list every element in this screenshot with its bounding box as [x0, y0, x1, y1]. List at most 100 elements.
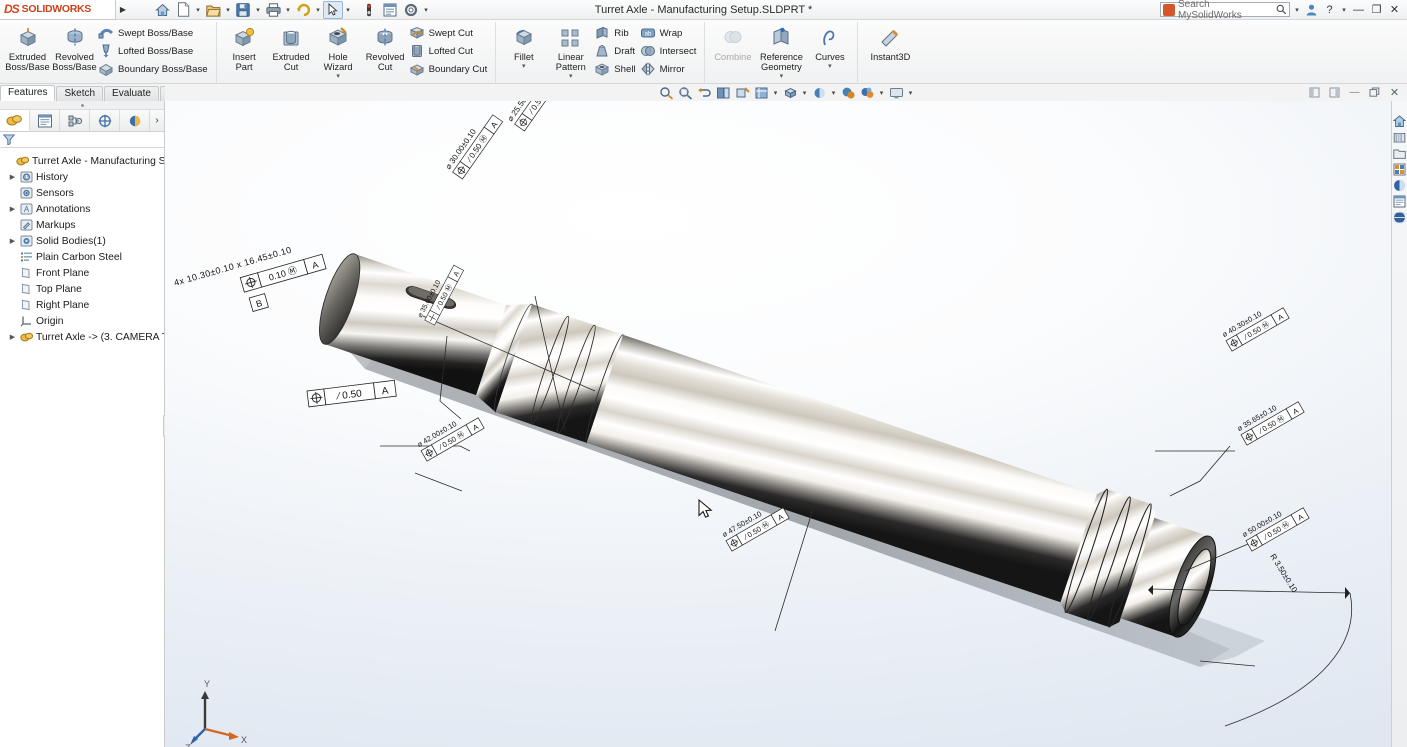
- undo-icon[interactable]: [293, 1, 313, 19]
- turret-axle-3d-model[interactable]: 4x 10.30±0.10 x 16.45±0.10 0.10 Ⓜ A B ∕ …: [165, 101, 1391, 747]
- feature-manager-tab[interactable]: [0, 110, 30, 131]
- save-icon[interactable]: [233, 1, 253, 19]
- linear-pattern-button[interactable]: Linear Pattern ▾: [547, 22, 594, 81]
- minimize-button[interactable]: —: [1351, 2, 1366, 17]
- tree-item-sensors[interactable]: Sensors: [2, 185, 164, 201]
- annotation-dia-2550[interactable]: ⌀ 25.50±0.10 ∕ 0.50 Ⓜ A: [506, 101, 565, 132]
- lofted-boss-base-button[interactable]: Lofted Boss/Base: [98, 43, 212, 60]
- view-settings-icon[interactable]: [859, 85, 876, 100]
- fillet-button[interactable]: Fillet ▾: [500, 22, 547, 71]
- open-document-icon[interactable]: [203, 1, 223, 19]
- property-manager-tab[interactable]: [30, 110, 60, 131]
- options-dropdown-icon[interactable]: ▾: [422, 6, 430, 14]
- appearances-scenes-icon[interactable]: [1393, 179, 1406, 192]
- linear-pattern-dropdown-icon[interactable]: ▾: [569, 73, 573, 81]
- print-dropdown-icon[interactable]: ▾: [284, 6, 292, 14]
- solidworks-forum-icon[interactable]: [1393, 211, 1406, 224]
- annotation-dia-30[interactable]: ⌀ 30.00±0.10 ∕ 0.50 Ⓜ A: [444, 108, 504, 180]
- view-settings-dropdown-icon[interactable]: ▾: [878, 89, 886, 97]
- hole-wizard-button[interactable]: Hole Wizard ▾: [315, 22, 362, 81]
- boundary-cut-button[interactable]: Boundary Cut: [409, 61, 492, 78]
- tree-item-front-plane[interactable]: Front Plane: [2, 265, 164, 281]
- hide-show-dropdown-icon[interactable]: ▾: [801, 89, 809, 97]
- annotation-dia-5000[interactable]: ⌀ 50.00±0.10 ∕ 0.50 Ⓜ A: [1241, 498, 1310, 552]
- new-document-dropdown-icon[interactable]: ▾: [194, 6, 202, 14]
- tree-item-top-plane[interactable]: Top Plane: [2, 281, 164, 297]
- new-document-icon[interactable]: [173, 1, 193, 19]
- tree-expander-history[interactable]: ▶: [8, 173, 17, 181]
- display-monitor-dropdown-icon[interactable]: ▾: [907, 89, 915, 97]
- tree-item-material[interactable]: Plain Carbon Steel: [2, 249, 164, 265]
- close-button[interactable]: ✕: [1387, 2, 1402, 17]
- tree-item-markups[interactable]: Markups: [2, 217, 164, 233]
- feature-tree-filter[interactable]: [0, 132, 164, 148]
- section-view-icon[interactable]: [715, 85, 732, 100]
- draft-button[interactable]: Draft: [594, 43, 639, 60]
- menu-expand-arrow-icon[interactable]: ▶: [116, 5, 130, 14]
- zoom-to-fit-icon[interactable]: [658, 85, 675, 100]
- annotation-dia-3565[interactable]: ⌀ 35.65±0.10 ∕ 0.50 Ⓜ A: [1236, 392, 1305, 446]
- annotation-radius-note[interactable]: R 3.50±0.10: [1268, 552, 1299, 594]
- undo-dropdown-icon[interactable]: ▾: [314, 6, 322, 14]
- mirror-button[interactable]: Mirror: [640, 61, 701, 78]
- swept-boss-base-button[interactable]: Swept Boss/Base: [98, 25, 212, 42]
- tree-expander-turret-axle-ref[interactable]: ▶: [8, 333, 17, 341]
- search-input[interactable]: Search MySolidWorks: [1160, 0, 1290, 21]
- lofted-cut-button[interactable]: Lofted Cut: [409, 43, 492, 60]
- edit-appearance-dropdown-icon[interactable]: ▾: [830, 89, 838, 97]
- tree-item-annotations[interactable]: ▶ A Annotations: [2, 201, 164, 217]
- apply-scene-icon[interactable]: [840, 85, 857, 100]
- home-icon[interactable]: [152, 1, 172, 19]
- display-monitor-icon[interactable]: [888, 85, 905, 100]
- revolved-boss-base-button[interactable]: Revolved Boss/Base: [51, 22, 98, 72]
- tree-item-turret-axle-ref[interactable]: ▶ Turret Axle -> (3. CAMERA TURRE: [2, 329, 164, 345]
- display-style-icon[interactable]: [753, 85, 770, 100]
- save-dropdown-icon[interactable]: ▾: [254, 6, 262, 14]
- solidworks-resources-icon[interactable]: [1393, 115, 1406, 128]
- graphics-viewport[interactable]: 4x 10.30±0.10 x 16.45±0.10 0.10 Ⓜ A B ∕ …: [165, 101, 1391, 747]
- view-orientation-icon[interactable]: [734, 85, 751, 100]
- open-document-dropdown-icon[interactable]: ▾: [224, 6, 232, 14]
- tree-item-right-plane[interactable]: Right Plane: [2, 297, 164, 313]
- close-viewport-icon[interactable]: ✕: [1386, 85, 1403, 100]
- tree-item-origin[interactable]: Origin: [2, 313, 164, 329]
- annotation-runout[interactable]: ∕ 0.50 A: [306, 379, 397, 408]
- rib-button[interactable]: Rib: [594, 25, 639, 42]
- tree-expander-annotations[interactable]: ▶: [8, 205, 17, 213]
- user-account-icon[interactable]: [1304, 2, 1319, 17]
- select-arrow-icon[interactable]: [323, 0, 343, 19]
- restore-button[interactable]: ❐: [1369, 2, 1384, 17]
- reference-geometry-dropdown-icon[interactable]: ▾: [780, 73, 784, 81]
- measure-icon[interactable]: [359, 1, 379, 19]
- file-explorer-icon[interactable]: [1393, 147, 1406, 160]
- minimize-viewport-icon[interactable]: —: [1346, 85, 1363, 100]
- custom-properties-icon[interactable]: [1393, 195, 1406, 208]
- tree-item-solid-bodies[interactable]: ▶ Solid Bodies(1): [2, 233, 164, 249]
- solidworks-logo[interactable]: DS SOLIDWORKS: [0, 0, 116, 20]
- reference-geometry-button[interactable]: Reference Geometry ▾: [756, 22, 806, 81]
- tree-item-history[interactable]: ▶ History: [2, 169, 164, 185]
- hole-wizard-dropdown-icon[interactable]: ▾: [336, 73, 340, 81]
- tree-item-part-root[interactable]: Turret Axle - Manufacturing Setup (D‹: [2, 153, 164, 169]
- tab-evaluate[interactable]: Evaluate: [104, 86, 159, 101]
- curves-dropdown-icon[interactable]: ▾: [828, 63, 832, 71]
- dimxpert-manager-tab[interactable]: [90, 110, 120, 131]
- search-dropdown-icon[interactable]: ▾: [1293, 6, 1301, 14]
- combine-button[interactable]: Combine: [709, 22, 756, 62]
- revolved-cut-button[interactable]: Revolved Cut: [362, 22, 409, 72]
- boundary-boss-base-button[interactable]: Boundary Boss/Base: [98, 61, 212, 78]
- design-library-icon[interactable]: [1393, 131, 1406, 144]
- configuration-manager-tab[interactable]: [60, 110, 90, 131]
- instant3d-button[interactable]: Instant3D: [862, 22, 918, 62]
- options-gear-icon[interactable]: [401, 1, 421, 19]
- select-dropdown-icon[interactable]: ▾: [344, 6, 352, 14]
- restore-viewport-left-icon[interactable]: [1306, 85, 1323, 100]
- help-button[interactable]: ?: [1322, 2, 1337, 17]
- feature-manager-more-tabs-arrow[interactable]: ›: [150, 115, 164, 126]
- restore-viewport-right-icon[interactable]: [1326, 85, 1343, 100]
- panel-pin-dot[interactable]: [0, 101, 164, 110]
- print-icon[interactable]: [263, 1, 283, 19]
- maximize-viewport-icon[interactable]: [1366, 85, 1383, 100]
- zoom-area-icon[interactable]: [677, 85, 694, 100]
- annotation-dia-4030[interactable]: ⌀ 40.30±0.10 ∕ 0.50 Ⓜ A: [1221, 298, 1290, 352]
